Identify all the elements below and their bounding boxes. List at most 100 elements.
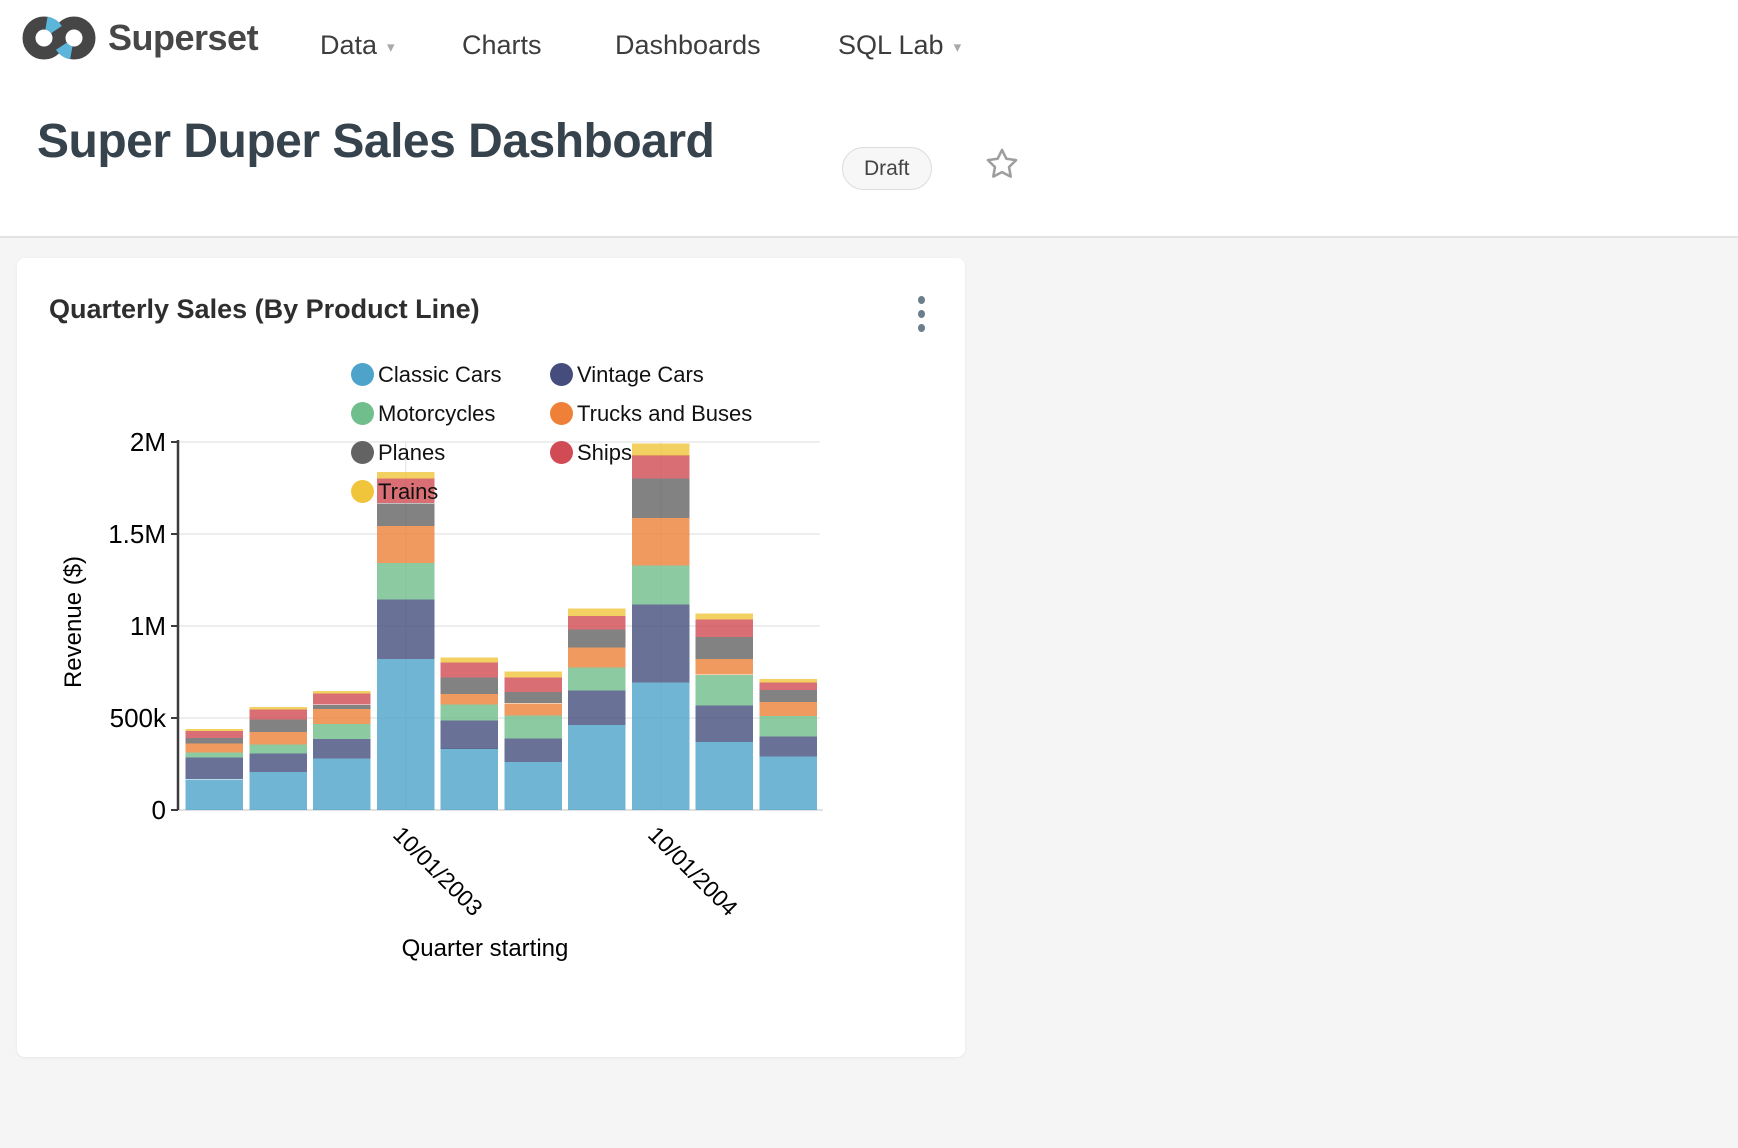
bar-segment-vintage-cars[interactable] — [250, 754, 308, 772]
bar-segment-planes[interactable] — [696, 637, 754, 659]
chart-legend: Classic Cars Vintage Cars MotorcyclesTruck… — [351, 363, 752, 503]
bar-segment-motorcycles[interactable] — [504, 715, 562, 738]
bar-segment-trucks-and-buses[interactable] — [568, 648, 626, 668]
legend-label: Planes — [378, 440, 445, 466]
bar-segment-trains[interactable] — [186, 729, 244, 731]
superset-logo-icon — [20, 12, 98, 64]
bar-segment-vintage-cars[interactable] — [759, 736, 817, 756]
bar-segment-vintage-cars[interactable] — [632, 605, 690, 683]
bar-segment-planes[interactable] — [759, 690, 817, 702]
bar-segment-classic-cars[interactable] — [313, 759, 371, 810]
bar-segment-trucks-and-buses[interactable] — [504, 703, 562, 715]
bar-segment-motorcycles[interactable] — [186, 752, 244, 757]
bar-segment-ships[interactable] — [186, 731, 244, 738]
bar-segment-classic-cars[interactable] — [504, 762, 562, 810]
bar-segment-trucks-and-buses[interactable] — [441, 694, 499, 705]
bar-segment-trucks-and-buses[interactable] — [696, 659, 754, 675]
legend-item-motorcycles[interactable]: Motorcycles — [351, 402, 550, 425]
bar-segment-motorcycles[interactable] — [313, 724, 371, 739]
bar-segment-motorcycles[interactable] — [377, 563, 435, 599]
page-title: Super Duper Sales Dashboard — [37, 114, 714, 169]
bar-segment-trains[interactable] — [250, 707, 308, 710]
bar-segment-motorcycles[interactable] — [250, 745, 308, 754]
bar-segment-trucks-and-buses[interactable] — [186, 744, 244, 753]
dashboard-header: Super Duper Sales Dashboard Draft — [0, 90, 1738, 237]
legend-item-trucks-and-buses[interactable]: Trucks and Buses — [550, 402, 752, 425]
bar-segment-planes[interactable] — [377, 503, 435, 526]
legend-swatch-icon — [550, 402, 573, 425]
nav-item-data[interactable]: Data▾ — [320, 0, 395, 90]
y-tick-label: 1M — [130, 611, 166, 641]
bar-segment-classic-cars[interactable] — [568, 725, 626, 810]
nav-item-charts[interactable]: Charts — [462, 0, 542, 90]
bar-segment-planes[interactable] — [250, 720, 308, 732]
navbar: Superset Data▾ Charts Dashboards SQL Lab▾ — [0, 0, 1738, 90]
bar-segment-motorcycles[interactable] — [759, 716, 817, 736]
bar-segment-trains[interactable] — [504, 671, 562, 677]
bar-segment-vintage-cars[interactable] — [441, 721, 499, 749]
legend-item-ships[interactable]: Ships — [550, 441, 752, 464]
y-tick-label: 2M — [130, 427, 166, 457]
bar-segment-planes[interactable] — [313, 705, 371, 709]
bar-segment-vintage-cars[interactable] — [696, 706, 754, 743]
legend-swatch-icon — [550, 363, 573, 386]
bar-segment-ships[interactable] — [759, 682, 817, 690]
bar-segment-classic-cars[interactable] — [441, 749, 499, 810]
bar-segment-trucks-and-buses[interactable] — [250, 732, 308, 745]
bar-segment-trucks-and-buses[interactable] — [759, 702, 817, 716]
nav-item-label: Charts — [462, 30, 542, 61]
bar-segment-ships[interactable] — [313, 694, 371, 705]
bar-segment-ships[interactable] — [696, 619, 754, 637]
bar-segment-trucks-and-buses[interactable] — [313, 709, 371, 724]
bar-segment-classic-cars[interactable] — [759, 756, 817, 810]
nav-item-dashboards[interactable]: Dashboards — [615, 0, 761, 90]
y-tick-label: 0 — [152, 795, 166, 825]
legend-label: Classic Cars — [378, 362, 501, 388]
legend-label: Vintage Cars — [577, 362, 704, 388]
bar-segment-trains[interactable] — [759, 679, 817, 682]
x-axis-title: Quarter starting — [402, 935, 569, 962]
bar-segment-ships[interactable] — [504, 677, 562, 692]
bar-segment-vintage-cars[interactable] — [377, 600, 435, 660]
bar-segment-trains[interactable] — [313, 691, 371, 694]
bar-segment-vintage-cars[interactable] — [186, 758, 244, 780]
bar-segment-planes[interactable] — [441, 677, 499, 694]
bar-segment-classic-cars[interactable] — [632, 682, 690, 810]
bar-segment-trains[interactable] — [568, 608, 626, 616]
bar-segment-vintage-cars[interactable] — [568, 691, 626, 725]
bar-segment-motorcycles[interactable] — [441, 705, 499, 721]
bar-segment-vintage-cars[interactable] — [504, 739, 562, 762]
legend-item-classic-cars[interactable]: Classic Cars — [351, 363, 550, 386]
bar-segment-planes[interactable] — [504, 692, 562, 703]
bar-segment-classic-cars[interactable] — [696, 742, 754, 810]
bar-segment-classic-cars[interactable] — [377, 659, 435, 810]
bar-segment-planes[interactable] — [568, 629, 626, 647]
bar-segment-vintage-cars[interactable] — [313, 739, 371, 759]
favorite-star-icon[interactable] — [984, 146, 1020, 182]
bar-segment-ships[interactable] — [441, 662, 499, 677]
chart-card: Quarterly Sales (By Product Line) 0500k1… — [17, 258, 965, 1057]
bar-segment-motorcycles[interactable] — [568, 667, 626, 690]
legend-swatch-icon — [351, 441, 374, 464]
bar-segment-planes[interactable] — [186, 738, 244, 744]
x-tick-label: 10/01/2003 — [388, 821, 488, 921]
legend-item-vintage-cars[interactable]: Vintage Cars — [550, 363, 752, 386]
superset-brand[interactable]: Superset — [20, 12, 258, 64]
nav-item-sql-lab[interactable]: SQL Lab▾ — [838, 0, 961, 90]
bar-segment-trucks-and-buses[interactable] — [377, 526, 435, 563]
legend-swatch-icon — [550, 441, 573, 464]
bar-segment-classic-cars[interactable] — [186, 779, 244, 810]
legend-item-trains[interactable]: Trains — [351, 480, 550, 503]
bar-segment-ships[interactable] — [250, 710, 308, 720]
bar-segment-motorcycles[interactable] — [696, 675, 754, 706]
bar-segment-motorcycles[interactable] — [632, 566, 690, 605]
bar-segment-trains[interactable] — [441, 658, 499, 663]
bar-segment-ships[interactable] — [568, 616, 626, 629]
bar-segment-trains[interactable] — [696, 614, 754, 620]
legend-item-planes[interactable]: Planes — [351, 441, 550, 464]
bar-segment-trucks-and-buses[interactable] — [632, 518, 690, 566]
x-tick-label: 10/01/2004 — [643, 821, 743, 921]
y-tick-label: 1.5M — [108, 519, 166, 549]
bar-segment-classic-cars[interactable] — [250, 772, 308, 810]
nav-item-label: Dashboards — [615, 30, 761, 61]
